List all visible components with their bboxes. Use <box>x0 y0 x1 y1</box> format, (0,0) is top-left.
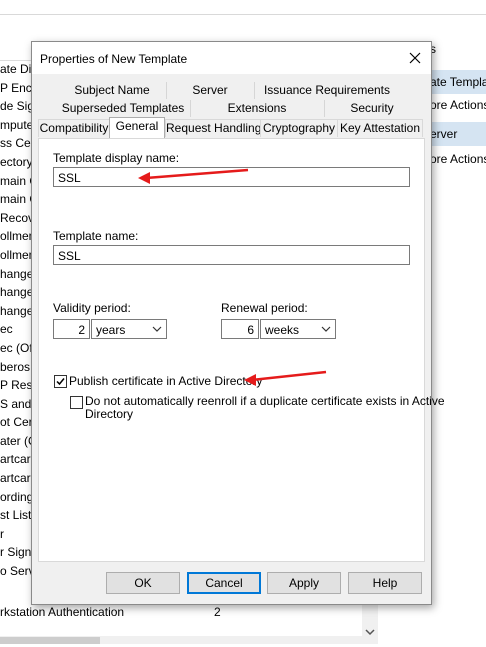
annotation-arrow-display-name <box>138 168 249 184</box>
annotation-arrow-publish <box>244 370 327 386</box>
annotation-arrows <box>138 168 327 386</box>
